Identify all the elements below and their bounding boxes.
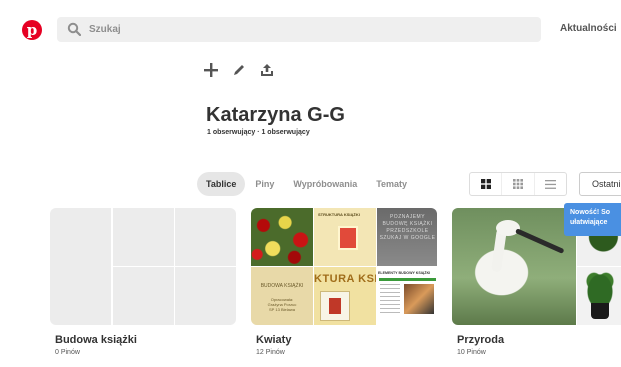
view-toggle — [469, 172, 567, 196]
share-icon — [261, 64, 273, 76]
image-caption: KTURA KSI — [314, 273, 376, 285]
bird-beak — [514, 228, 565, 254]
tab-pins[interactable]: Piny — [246, 172, 283, 196]
tab-boards[interactable]: Tablice — [197, 172, 246, 196]
search-input[interactable] — [89, 17, 529, 42]
image-caption: BUDOWA KSIĄŻKI — [260, 283, 304, 289]
edit-button[interactable] — [231, 62, 247, 78]
pinterest-logo-icon[interactable]: p — [22, 20, 42, 40]
profile-actions — [203, 62, 275, 78]
tab-tried[interactable]: Wypróbowania — [284, 172, 366, 196]
board-title[interactable]: Przyroda — [457, 334, 504, 346]
image-caption: ELEMENTY BUDOWY KSIĄŻKI — [378, 271, 431, 275]
grid-large-icon — [480, 179, 491, 189]
board-placeholder — [113, 267, 174, 325]
image-thumbnail — [404, 284, 434, 314]
tooltip-line: Nowość! So — [570, 209, 611, 216]
poznajemy-image: POZNAJEMY BUDOWĘ KSIĄŻKI PRZEDSZKOLE SZU… — [377, 208, 437, 266]
board-placeholder — [113, 208, 174, 266]
roses-image — [251, 208, 313, 266]
board-card-kwiaty[interactable]: BUDOWA KSIĄŻKI Opracowała: Grażyna Porzu… — [251, 208, 437, 325]
search-icon — [67, 22, 81, 36]
search-bar[interactable] — [57, 17, 541, 42]
view-small-grid-button[interactable] — [502, 173, 535, 195]
profile-name: Katarzyna G-G — [206, 104, 345, 126]
board-pin-count: 12 Pinów — [256, 349, 285, 356]
budowa-cover-image: BUDOWA KSIĄŻKI Opracowała: Grażyna Porzu… — [251, 267, 313, 325]
book-cover-shape — [338, 226, 358, 250]
news-link[interactable]: Aktualności — [560, 23, 617, 34]
image-caption: STRUKTURA KSIĄŻKI — [318, 212, 360, 217]
image-text-lines — [380, 284, 400, 314]
board-title[interactable]: Budowa książki — [55, 334, 137, 346]
board-pin-count: 10 Pinów — [457, 349, 486, 356]
plant-pot — [591, 303, 609, 319]
view-large-grid-button[interactable] — [470, 173, 503, 195]
add-button[interactable] — [203, 62, 219, 78]
pencil-icon — [234, 65, 244, 75]
profile-tabs: Tablice Piny Wypróbowania Tematy — [197, 172, 417, 196]
new-feature-tooltip[interactable]: Nowość! So ułatwiające — [564, 203, 621, 236]
potted-plant-image — [577, 267, 621, 325]
top-bar: p Aktualności — [0, 0, 621, 60]
plant-leaves — [585, 271, 615, 305]
list-icon — [544, 179, 556, 189]
view-list-button[interactable] — [535, 173, 566, 195]
image-bar — [379, 278, 436, 281]
grid-small-icon — [512, 179, 523, 189]
board-placeholder — [175, 267, 236, 325]
image-caption: SP 13 Bielawa — [269, 307, 295, 312]
board-title[interactable]: Kwiaty — [256, 334, 291, 346]
board-placeholder — [175, 208, 236, 266]
book-shape — [320, 291, 350, 321]
struktura-image: STRUKTURA KSIĄŻKI — [314, 208, 376, 266]
plus-icon — [204, 63, 218, 77]
ktura-image: KTURA KSI — [314, 267, 376, 325]
spoonbill-image — [452, 208, 576, 325]
tooltip-line: ułatwiające — [570, 219, 608, 226]
board-placeholder — [50, 208, 111, 325]
sort-dropdown[interactable]: Ostatni — [579, 172, 621, 196]
board-pin-count: 0 Pinów — [55, 349, 80, 356]
share-button[interactable] — [259, 62, 275, 78]
elementy-image: ELEMENTY BUDOWY KSIĄŻKI — [377, 267, 437, 325]
board-card-budowa[interactable] — [50, 208, 236, 325]
follower-stats[interactable]: 1 obserwujący · 1 obserwujący — [207, 129, 310, 136]
tab-topics[interactable]: Tematy — [367, 172, 416, 196]
